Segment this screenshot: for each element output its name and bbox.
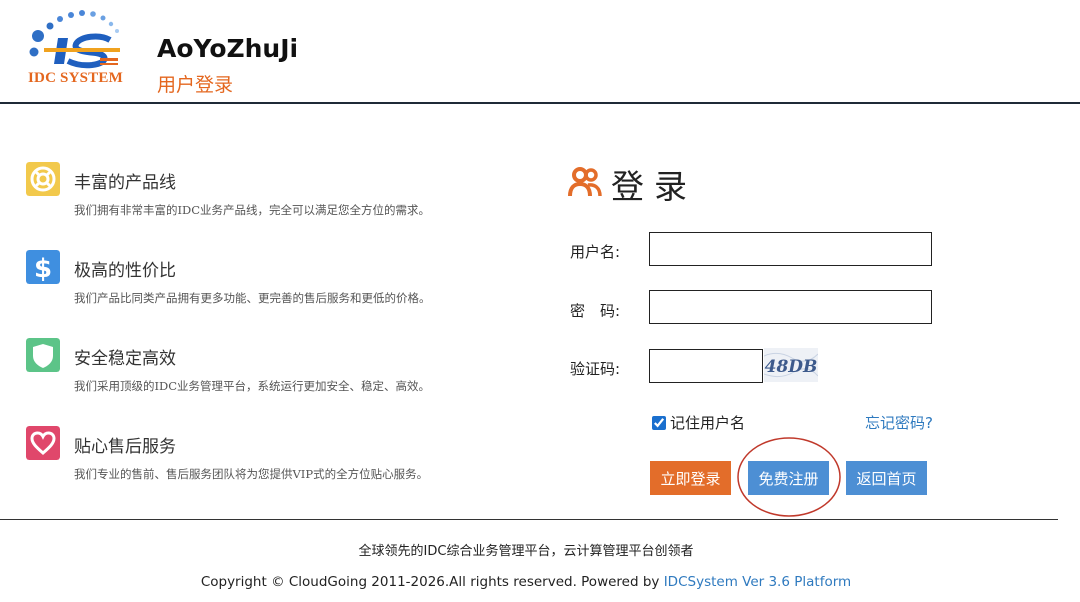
heart-icon — [26, 426, 60, 460]
footer-divider — [0, 519, 1058, 520]
feature-title: 极高的性价比 — [74, 261, 176, 281]
logo-text: IDC SYSTEM — [28, 70, 123, 86]
home-button[interactable]: 返回首页 — [846, 461, 927, 495]
captcha-input[interactable] — [649, 349, 763, 383]
feature-service: 贴心售后服务 我们专业的售前、售后服务团队将为您提供VIP式的全方位贴心服务。 — [26, 426, 506, 486]
remember-label: 记住用户名 — [670, 414, 746, 432]
feature-desc: 我们拥有非常丰富的IDC业务产品线，完全可以满足您全方位的需求。 — [74, 203, 431, 217]
username-input[interactable] — [649, 232, 932, 266]
login-button[interactable]: 立即登录 — [650, 461, 731, 495]
feature-product-line: 丰富的产品线 我们拥有非常丰富的IDC业务产品线，完全可以满足您全方位的需求。 — [26, 162, 506, 222]
page-title: 用户登录 — [157, 74, 234, 96]
forgot-password-link[interactable]: 忘记密码? — [865, 412, 933, 433]
footer-copyright: Copyright © CloudGoing 2011-2026.All rig… — [0, 574, 1052, 590]
svg-text:$: $ — [34, 254, 52, 284]
shield-icon — [26, 338, 60, 372]
remember-checkbox[interactable] — [652, 415, 666, 430]
feature-desc: 我们产品比同类产品拥有更多功能、更完善的售后服务和更低的价格。 — [74, 291, 431, 305]
copyright-text: Copyright © CloudGoing 2011-2026.All rig… — [200, 574, 664, 590]
login-title: 登录 — [611, 167, 697, 206]
feature-title: 丰富的产品线 — [74, 173, 176, 193]
feature-security: 安全稳定高效 我们采用顶级的IDC业务管理平台，系统运行更加安全、稳定、高效。 — [26, 338, 506, 398]
password-input[interactable] — [649, 290, 932, 324]
platform-link[interactable]: IDCSystem Ver 3.6 Platform — [664, 574, 851, 590]
password-label: 密 码: — [570, 302, 621, 320]
feature-value: $ 极高的性价比 我们产品比同类产品拥有更多功能、更完善的售后服务和更低的价格。 — [26, 250, 506, 310]
feature-desc: 我们采用顶级的IDC业务管理平台，系统运行更加安全、稳定、高效。 — [74, 379, 431, 393]
remember-username[interactable]: 记住用户名 — [652, 412, 745, 433]
register-button[interactable]: 免费注册 — [748, 461, 829, 495]
feature-title: 贴心售后服务 — [74, 437, 176, 457]
header: IDC SYSTEM AoYoZhuJi 用户登录 — [0, 0, 1080, 104]
site-name: AoYoZhuJi — [157, 34, 299, 63]
feature-desc: 我们专业的售前、售后服务团队将为您提供VIP式的全方位贴心服务。 — [74, 467, 429, 481]
captcha-image[interactable]: 48DB — [764, 348, 818, 382]
username-label: 用户名: — [570, 243, 621, 261]
users-icon — [568, 167, 602, 197]
lifebuoy-icon — [26, 162, 60, 196]
footer-slogan: 全球领先的IDC综合业务管理平台，云计算管理平台创领者 — [358, 544, 694, 559]
dollar-icon: $ — [26, 250, 60, 284]
captcha-text: 48DB — [765, 357, 818, 377]
captcha-label: 验证码: — [570, 360, 621, 378]
feature-title: 安全稳定高效 — [74, 349, 176, 369]
